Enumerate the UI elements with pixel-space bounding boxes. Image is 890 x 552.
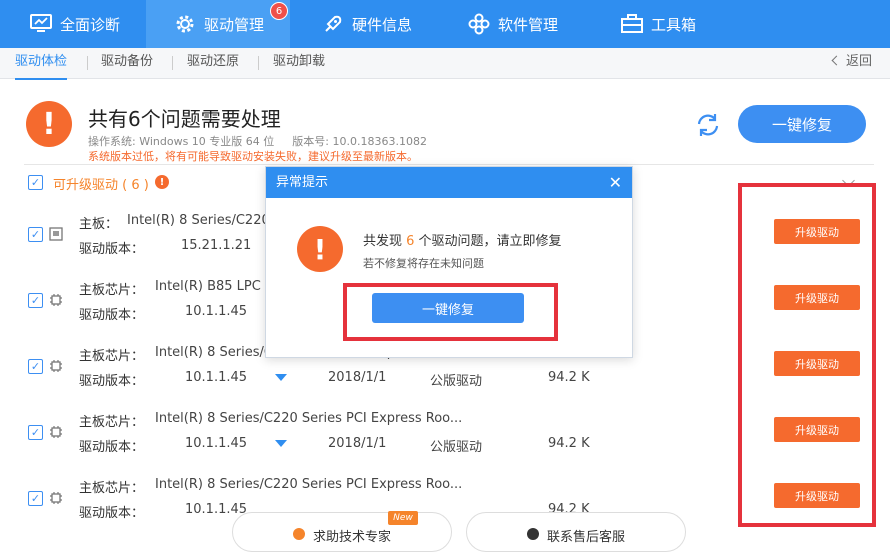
chip-icon (50, 426, 62, 438)
warning-icon: ! (26, 101, 72, 147)
device-name: Intel(R) B85 LPC (155, 279, 261, 294)
close-icon[interactable]: ✕ (609, 167, 622, 198)
nav-label: 工具箱 (651, 15, 697, 34)
highlight-frame (738, 183, 876, 527)
nav-label: 硬件信息 (352, 15, 413, 34)
nav-label: 软件管理 (498, 15, 559, 34)
nav-item-toolbox[interactable]: 工具箱 (621, 0, 696, 48)
headset-icon (526, 528, 539, 540)
notification-badge: 6 (270, 2, 288, 20)
tab-divider (172, 56, 173, 70)
tab-driver-uninstall[interactable]: 驱动卸载 (273, 48, 325, 78)
version-label: 驱动版本： (79, 242, 145, 257)
tab-divider (87, 56, 88, 70)
top-nav: 全面诊断 驱动管理 6 硬件信息 软件管理 工具箱 (0, 0, 890, 48)
chip-icon (50, 294, 62, 306)
driver-size: 94.2 K (548, 370, 590, 385)
back-label: 返回 (845, 54, 872, 69)
driver-type: 公版驱动 (430, 440, 483, 455)
chip-icon (50, 360, 62, 372)
driver-type: 公版驱动 (430, 374, 483, 389)
system-warning: 系统版本过低，将有可能导致驱动安装失败，建议升级至最新版本。 (88, 150, 418, 163)
driver-version: 10.1.1.45 (185, 304, 248, 319)
device-name: Intel(R) 8 Series/C220 Series PCI Expres… (155, 411, 463, 426)
row-checkbox[interactable]: ✓ (28, 359, 43, 374)
alert-icon: ! (155, 175, 169, 189)
version-label: 驱动版本： (79, 308, 145, 323)
driver-version: 10.1.1.45 (185, 370, 248, 385)
device-label: 主板芯片： (79, 283, 145, 298)
device-label: 主板芯片： (79, 415, 145, 430)
dialog-message-pre: 共发现 (363, 234, 407, 249)
tab-driver-backup[interactable]: 驱动备份 (101, 48, 153, 78)
driver-version: 15.21.1.21 (181, 238, 252, 253)
dialog-message-post: 个驱动问题，请立即修复 (414, 234, 562, 249)
nav-item-software-management[interactable]: 软件管理 (468, 0, 558, 48)
refresh-icon[interactable] (694, 111, 722, 139)
row-checkbox[interactable]: ✓ (28, 491, 43, 506)
driver-date: 2018/1/1 (328, 370, 387, 385)
monitor-icon (30, 13, 52, 35)
nav-label: 全面诊断 (60, 15, 121, 34)
dialog-header: 异常提示 ✕ (266, 167, 632, 198)
chip-icon (50, 492, 62, 504)
tab-divider (258, 56, 259, 70)
nav-item-driver-management[interactable]: 驱动管理 (146, 0, 290, 48)
tab-driver-check[interactable]: 驱动体检 (15, 48, 68, 80)
customer-service-label: 联系售后客服 (546, 530, 625, 545)
device-name: Intel(R) 8 Series/C220 Series PCI Expres… (155, 477, 463, 492)
driver-version: 10.1.1.45 (185, 436, 248, 451)
driver-size: 94.2 K (548, 436, 590, 451)
version-label: 驱动版本： (79, 506, 145, 521)
dialog-message: 共发现 6 个驱动问题，请立即修复 (363, 230, 562, 249)
warning-icon: ! (297, 226, 343, 272)
highlight-frame (343, 283, 558, 341)
device-name: Intel(R) 8 Series/C220 (127, 213, 270, 228)
os-info: 操作系统: Windows 10 专业版 64 位 (88, 135, 275, 148)
select-all-checkbox[interactable]: ✓ (28, 175, 43, 190)
version-info: 版本号: 10.0.18363.1082 (292, 135, 427, 148)
apps-icon (468, 13, 490, 35)
back-button[interactable]: 返回 (831, 48, 872, 76)
section-title: 可升级驱动 ( 6 ) (53, 178, 149, 193)
chevron-left-icon (831, 55, 842, 66)
driver-date: 2018/1/1 (328, 436, 387, 451)
row-checkbox[interactable]: ✓ (28, 227, 43, 242)
row-checkbox[interactable]: ✓ (28, 425, 43, 440)
motherboard-icon (49, 227, 63, 241)
system-info: 操作系统: Windows 10 专业版 64 位 版本号: 10.0.18363… (88, 133, 427, 149)
version-dropdown-icon[interactable] (275, 440, 287, 447)
dialog-submessage: 若不修复将存在未知问题 (363, 257, 484, 270)
dialog-title: 异常提示 (276, 175, 329, 190)
version-label: 驱动版本： (79, 440, 145, 455)
driver-version: 10.1.1.45 (185, 502, 248, 517)
nav-item-hardware-info[interactable]: 硬件信息 (322, 0, 412, 48)
page-title: 共有6个问题需要处理 (88, 107, 281, 131)
gear-icon (174, 13, 196, 35)
rocket-icon (322, 13, 344, 35)
customer-service-button[interactable]: 联系售后客服 (466, 512, 686, 552)
version-label: 驱动版本： (79, 374, 145, 389)
toolbox-icon (621, 13, 643, 35)
expert-help-button[interactable]: 求助技术专家 (232, 512, 452, 552)
device-label: 主板芯片： (79, 481, 145, 496)
fix-all-button[interactable]: 一键修复 (738, 105, 866, 143)
new-badge: New (388, 511, 418, 525)
device-label: 主板芯片： (79, 349, 145, 364)
tab-driver-restore[interactable]: 驱动还原 (187, 48, 239, 78)
person-icon (292, 528, 305, 540)
version-dropdown-icon[interactable] (275, 374, 287, 381)
nav-item-diagnosis[interactable]: 全面诊断 (30, 0, 120, 48)
nav-label: 驱动管理 (204, 15, 265, 34)
device-label: 主板： (79, 217, 119, 232)
divider (24, 164, 874, 165)
expert-help-label: 求助技术专家 (312, 530, 391, 545)
sub-tabs: 驱动体检 驱动备份 驱动还原 驱动卸载 返回 (0, 48, 890, 80)
row-checkbox[interactable]: ✓ (28, 293, 43, 308)
